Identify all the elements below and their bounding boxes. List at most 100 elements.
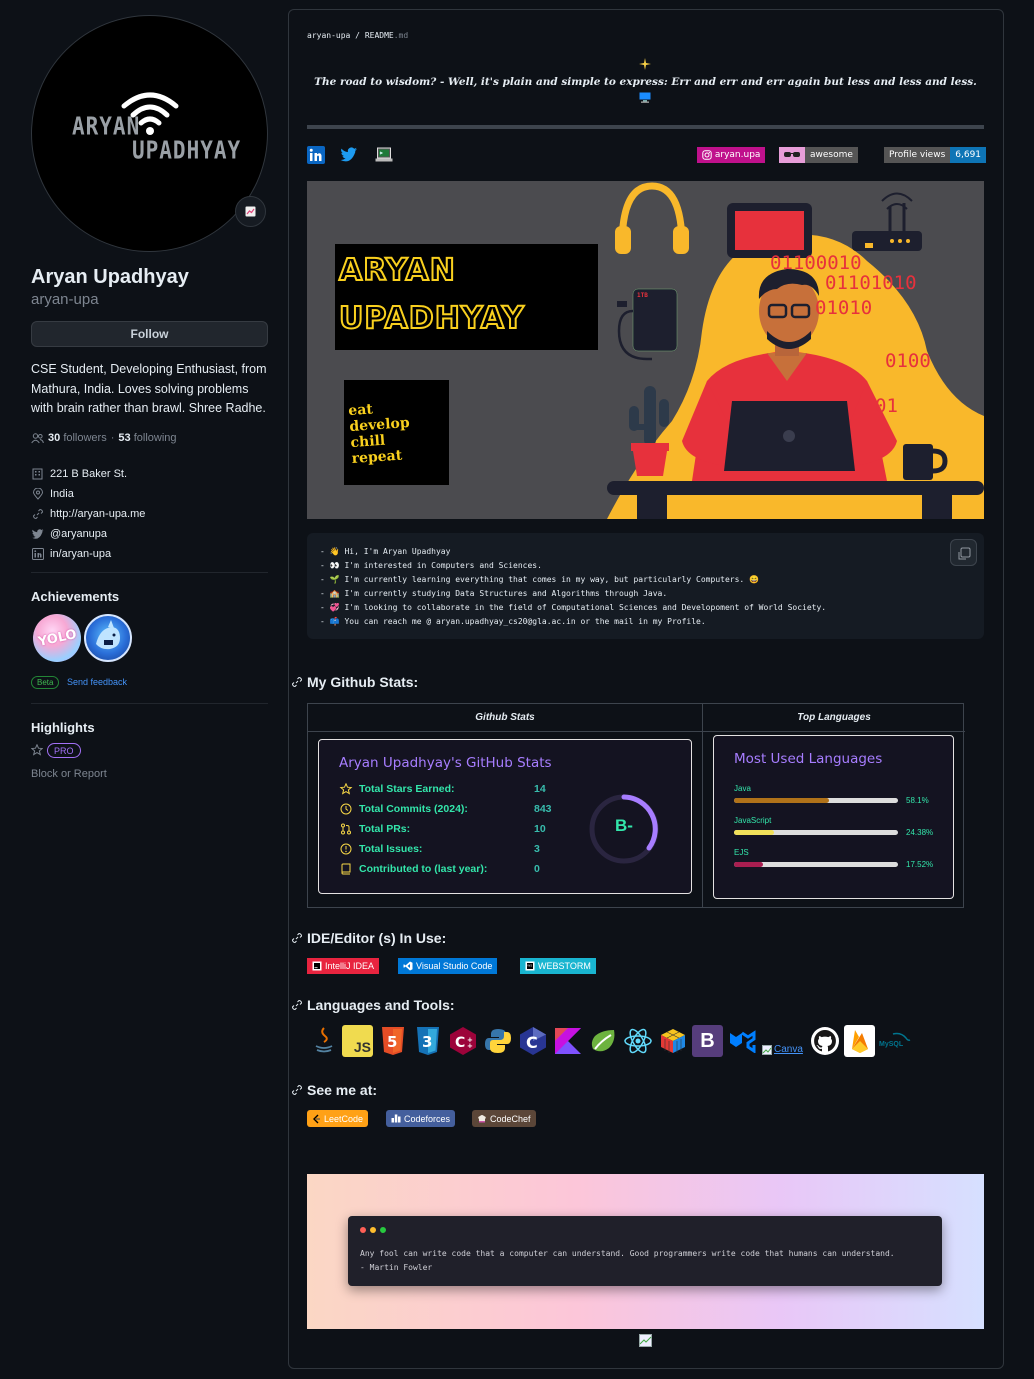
profile-name: Aryan Upadhyay xyxy=(31,266,189,288)
c-icon[interactable]: C xyxy=(517,1025,548,1057)
binary-line: 0100 xyxy=(885,350,931,372)
see-me-heading: See me at: xyxy=(291,1082,377,1098)
intro-line: - 📫 You can reach me @ aryan.upadhyay_cs… xyxy=(320,615,826,629)
lang-name: Java xyxy=(734,784,751,793)
intro-line-text: I'm currently learning everything that c… xyxy=(344,574,759,584)
github-stats-card[interactable]: Aryan Upadhyay's GitHub Stats Total Star… xyxy=(318,739,692,894)
sunglasses-icon xyxy=(779,147,805,163)
mysql-icon[interactable]: MySQL xyxy=(879,1030,911,1054)
codechef-badge[interactable]: CodeChef xyxy=(472,1110,536,1127)
material-ui-icon[interactable] xyxy=(727,1025,758,1057)
following-count: 53 xyxy=(118,432,131,444)
detail-twitter-text[interactable]: @aryanupa xyxy=(50,528,107,540)
stats-card-title: Aryan Upadhyay's GitHub Stats xyxy=(339,755,552,771)
detail-website[interactable]: http://aryan-upa.me xyxy=(31,504,145,524)
status-emoji-button[interactable] xyxy=(235,196,266,227)
cplusplus-icon[interactable]: C + + xyxy=(447,1025,478,1057)
html5-icon[interactable]: 5 xyxy=(377,1025,408,1057)
awesome-badge[interactable]: awesome xyxy=(779,147,858,163)
lang-bar-track xyxy=(734,830,898,835)
svg-text:WS: WS xyxy=(527,964,532,968)
following-link[interactable]: 53 following xyxy=(118,432,176,444)
intro-code-block: - 👋 Hi, I'm Aryan Upadhyay - 👀 I'm inter… xyxy=(307,533,984,639)
link-icon xyxy=(31,508,44,521)
webstorm-badge[interactable]: WS WEBSTORM xyxy=(520,958,596,974)
leetcode-badge[interactable]: LeetCode xyxy=(307,1110,369,1127)
binary-line: 01010 xyxy=(815,297,873,319)
intro-line: - 👀 I'm interested in Computers and Scie… xyxy=(320,559,826,573)
lang-name: EJS xyxy=(734,848,749,857)
rubiks-cube-icon[interactable] xyxy=(657,1025,688,1057)
webstorm-label: WEBSTORM xyxy=(538,961,591,971)
intro-line: - 👋 Hi, I'm Aryan Upadhyay xyxy=(320,545,826,559)
top-languages-card[interactable]: Most Used Languages Java 58.1% JavaScript 2… xyxy=(713,735,954,899)
intellij-badge[interactable]: IntelliJ IDEA xyxy=(307,958,380,974)
readme-divider xyxy=(307,125,984,129)
quote-author: - Martin Fowler xyxy=(360,1263,433,1272)
mailbox-icon: 📫 xyxy=(329,616,340,626)
beta-label: Beta xyxy=(31,676,60,689)
building-icon xyxy=(31,468,44,481)
achievement-yolo[interactable]: YOLO xyxy=(33,614,81,662)
github-icon[interactable] xyxy=(809,1025,840,1057)
profile-views-badge: Profile views 6,691 xyxy=(884,147,987,163)
anchor-link-icon[interactable] xyxy=(291,932,303,944)
achievement-pull-shark[interactable] xyxy=(84,614,132,662)
stat-row-prs: Total PRs: 10 xyxy=(339,819,546,839)
block-or-report-link[interactable]: Block or Report xyxy=(31,768,107,780)
react-icon[interactable] xyxy=(622,1025,653,1057)
pro-badge: PRO xyxy=(47,743,81,758)
intro-line-text: I'm interested in Computers and Sciences… xyxy=(344,560,542,570)
twitter-icon[interactable] xyxy=(340,146,358,164)
detail-location: India xyxy=(31,484,145,504)
lang-name: JavaScript xyxy=(734,816,772,825)
laptop-icon[interactable] xyxy=(375,146,393,164)
sidebar-divider-2 xyxy=(31,703,268,704)
follow-button[interactable]: Follow xyxy=(31,321,268,347)
quote-text: Any fool can write code that a computer … xyxy=(360,1249,895,1258)
stat-row-issues: Total Issues: 3 xyxy=(339,839,540,859)
codeforces-badge[interactable]: Codeforces xyxy=(386,1110,456,1127)
stat-row-contributed: Contributed to (last year): 0 xyxy=(339,859,540,879)
stats-column-header: Github Stats xyxy=(308,704,702,732)
crumb-ext: .md xyxy=(393,31,409,40)
intro-bullet: - xyxy=(320,616,325,626)
python-icon[interactable] xyxy=(482,1025,513,1057)
javascript-icon[interactable]: JS xyxy=(342,1025,373,1057)
broken-image-icon xyxy=(639,1334,652,1347)
anchor-link-icon[interactable] xyxy=(291,999,303,1011)
canva-image-link[interactable]: Canva xyxy=(762,1044,803,1055)
intro-lines: - 👋 Hi, I'm Aryan Upadhyay - 👀 I'm inter… xyxy=(320,545,826,628)
crumb-file: README xyxy=(364,31,394,40)
css3-icon[interactable]: 3 xyxy=(412,1025,443,1057)
svg-text:3: 3 xyxy=(422,1033,432,1051)
linkedin-icon[interactable] xyxy=(307,146,325,164)
followers-link[interactable]: 30 followers xyxy=(48,432,107,444)
spring-icon[interactable] xyxy=(587,1025,618,1057)
binary-line: 01 xyxy=(875,395,898,417)
crumb-separator: / xyxy=(350,31,365,40)
detail-twitter[interactable]: @aryanupa xyxy=(31,524,145,544)
achievement-yolo-text: YOLO xyxy=(36,626,78,650)
location-icon xyxy=(31,488,44,501)
firebase-icon[interactable] xyxy=(844,1025,875,1057)
binary-line: 01101010 xyxy=(825,272,917,294)
profile-avatar[interactable]: ARYAN UPADHYAY xyxy=(31,15,268,252)
send-feedback-link[interactable]: Send feedback xyxy=(67,677,127,687)
bootstrap-icon[interactable]: B xyxy=(692,1025,723,1057)
binary-line: 01100010 xyxy=(770,252,862,274)
copy-button[interactable] xyxy=(950,539,977,566)
kotlin-icon[interactable] xyxy=(552,1025,583,1057)
anchor-link-icon[interactable] xyxy=(291,1084,303,1096)
detail-linkedin[interactable]: in/aryan-upa xyxy=(31,544,145,564)
anchor-link-icon[interactable] xyxy=(291,676,303,688)
detail-website-text[interactable]: http://aryan-upa.me xyxy=(50,508,145,520)
stat-label: Total PRs: xyxy=(359,823,411,835)
instagram-handle: aryan.upa xyxy=(714,150,761,160)
repo-icon xyxy=(341,863,351,875)
vscode-badge[interactable]: Visual Studio Code xyxy=(398,958,498,974)
crumb-user[interactable]: aryan-upa xyxy=(307,31,350,40)
detail-linkedin-text[interactable]: in/aryan-upa xyxy=(50,548,111,560)
instagram-badge[interactable]: aryan.upa xyxy=(697,147,766,163)
java-icon[interactable] xyxy=(308,1025,339,1057)
